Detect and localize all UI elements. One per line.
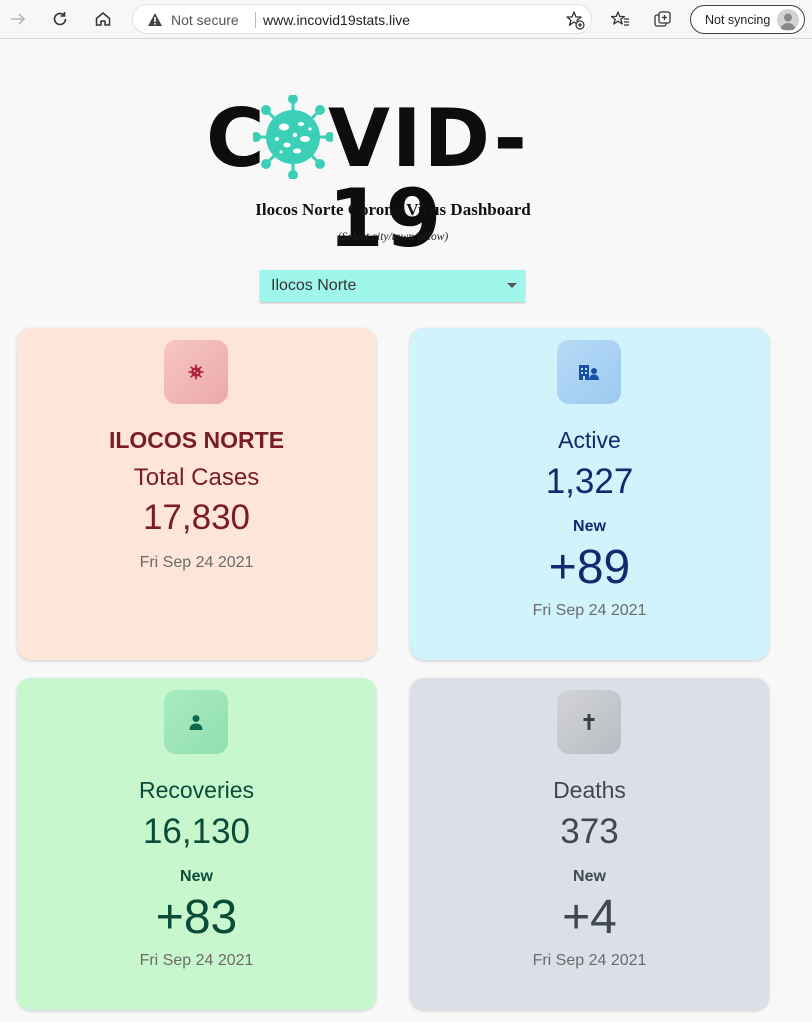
city-town-select[interactable]: Ilocos Norte <box>260 270 525 302</box>
total-icon-box <box>164 340 228 404</box>
url-text[interactable]: www.incovid19stats.live <box>263 12 410 28</box>
deaths-date: Fri Sep 24 2021 <box>532 952 647 969</box>
virus-logo-icon <box>253 95 333 179</box>
total-cases-label: Total Cases <box>133 464 260 491</box>
recoveries-value: 16,130 <box>142 812 251 851</box>
address-bar[interactable]: Not secure www.incovid19stats.live <box>132 4 592 34</box>
home-button[interactable] <box>88 5 118 33</box>
deaths-card: Deaths 373 New +4 Fri Sep 24 2021 <box>410 678 769 1010</box>
home-icon <box>95 12 111 26</box>
user-icon <box>189 715 203 730</box>
hospital-user-icon <box>579 365 599 380</box>
active-date: Fri Sep 24 2021 <box>532 602 647 619</box>
deaths-new-label: New <box>573 868 606 885</box>
active-label: Active <box>558 427 621 453</box>
virus-icon <box>188 364 204 380</box>
recoveries-icon-box <box>164 690 228 754</box>
favorites-button[interactable] <box>605 5 635 33</box>
select-value: Ilocos Norte <box>271 277 357 294</box>
deaths-label: Deaths <box>553 777 626 803</box>
recoveries-card: Recoveries 16,130 New +83 Fri Sep 24 202… <box>17 678 376 1010</box>
covid-19-logo: C VID-19 <box>206 95 580 259</box>
page-title: Ilocos Norte Corona Virus Dashboard <box>255 200 531 219</box>
collections-button[interactable] <box>648 5 678 33</box>
back-button[interactable] <box>3 5 33 33</box>
deaths-value: 373 <box>560 812 619 851</box>
deaths-new-value: +4 <box>562 891 617 944</box>
total-cases-value: 17,830 <box>142 498 251 537</box>
recoveries-new-value: +83 <box>155 891 238 944</box>
recoveries-label: Recoveries <box>138 777 255 803</box>
refresh-button[interactable] <box>45 5 75 33</box>
add-favorite-star-icon[interactable] <box>565 10 585 35</box>
recoveries-date: Fri Sep 24 2021 <box>139 952 254 969</box>
not-secure-label[interactable]: Not secure <box>171 12 239 28</box>
page-subtitle: (Select city/town below) <box>337 231 449 243</box>
active-cases-card: Active 1,327 New +89 Fri Sep 24 2021 <box>410 328 769 660</box>
cross-icon <box>583 714 595 730</box>
refresh-icon <box>53 12 67 26</box>
active-value: 1,327 <box>545 462 634 501</box>
active-new-value: +89 <box>548 541 631 594</box>
total-cases-card: ILOCOS NORTE Total Cases 17,830 Fri Sep … <box>17 328 376 660</box>
collections-icon <box>654 11 671 27</box>
recoveries-new-label: New <box>180 868 213 885</box>
arrow-right-icon <box>11 13 26 25</box>
warning-icon <box>147 12 163 32</box>
profile-sync-button[interactable]: Not syncing <box>690 5 805 34</box>
dropdown-arrow-icon[interactable] <box>507 283 517 288</box>
active-icon-box <box>557 340 621 404</box>
sync-status-label: Not syncing <box>705 13 771 27</box>
address-divider <box>255 12 256 28</box>
browser-toolbar: Not secure www.incovid19stats.live Not s… <box>0 0 812 39</box>
active-new-label: New <box>573 518 606 535</box>
total-cases-date: Fri Sep 24 2021 <box>139 554 254 571</box>
region-name: ILOCOS NORTE <box>108 427 285 453</box>
favorites-icon <box>610 11 629 26</box>
deaths-icon-box <box>557 690 621 754</box>
avatar <box>777 9 799 31</box>
